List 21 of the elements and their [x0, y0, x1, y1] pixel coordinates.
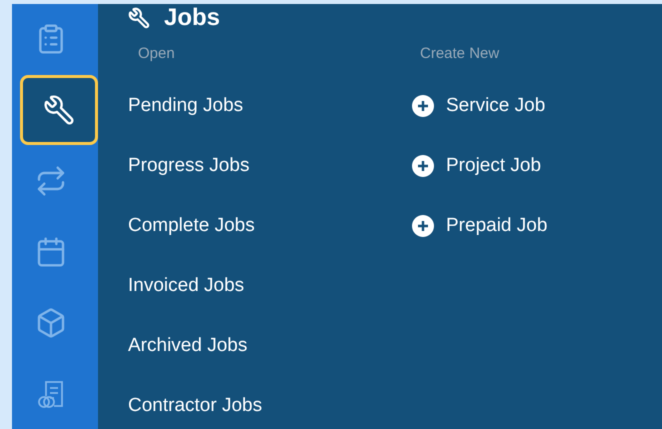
- create-job-link[interactable]: Service Job: [412, 95, 546, 117]
- wrench-icon: [128, 7, 150, 29]
- panel-title: Jobs: [164, 4, 220, 32]
- section-heading: Create New: [420, 44, 500, 64]
- create-job-link[interactable]: Project Job: [412, 155, 542, 177]
- wrench-icon: [43, 94, 75, 126]
- job-list-link[interactable]: Progress Jobs: [128, 155, 250, 177]
- job-list-link[interactable]: Complete Jobs: [128, 215, 255, 237]
- job-list-link[interactable]: Archived Jobs: [128, 335, 248, 357]
- plus-icon: [412, 215, 434, 237]
- create-job-link[interactable]: Prepaid Job: [412, 215, 548, 237]
- nav-button[interactable]: [20, 75, 98, 146]
- job-list-link[interactable]: Contractor Jobs: [128, 395, 262, 417]
- calendar-icon: [35, 236, 67, 268]
- job-list-link[interactable]: Pending Jobs: [128, 95, 244, 117]
- job-list-link[interactable]: Invoiced Jobs: [128, 275, 244, 297]
- cube-icon: [35, 306, 67, 339]
- section-heading: Open: [138, 44, 175, 64]
- plus-icon: [412, 95, 434, 117]
- repeat-icon: [35, 165, 67, 198]
- plus-icon: [412, 155, 434, 177]
